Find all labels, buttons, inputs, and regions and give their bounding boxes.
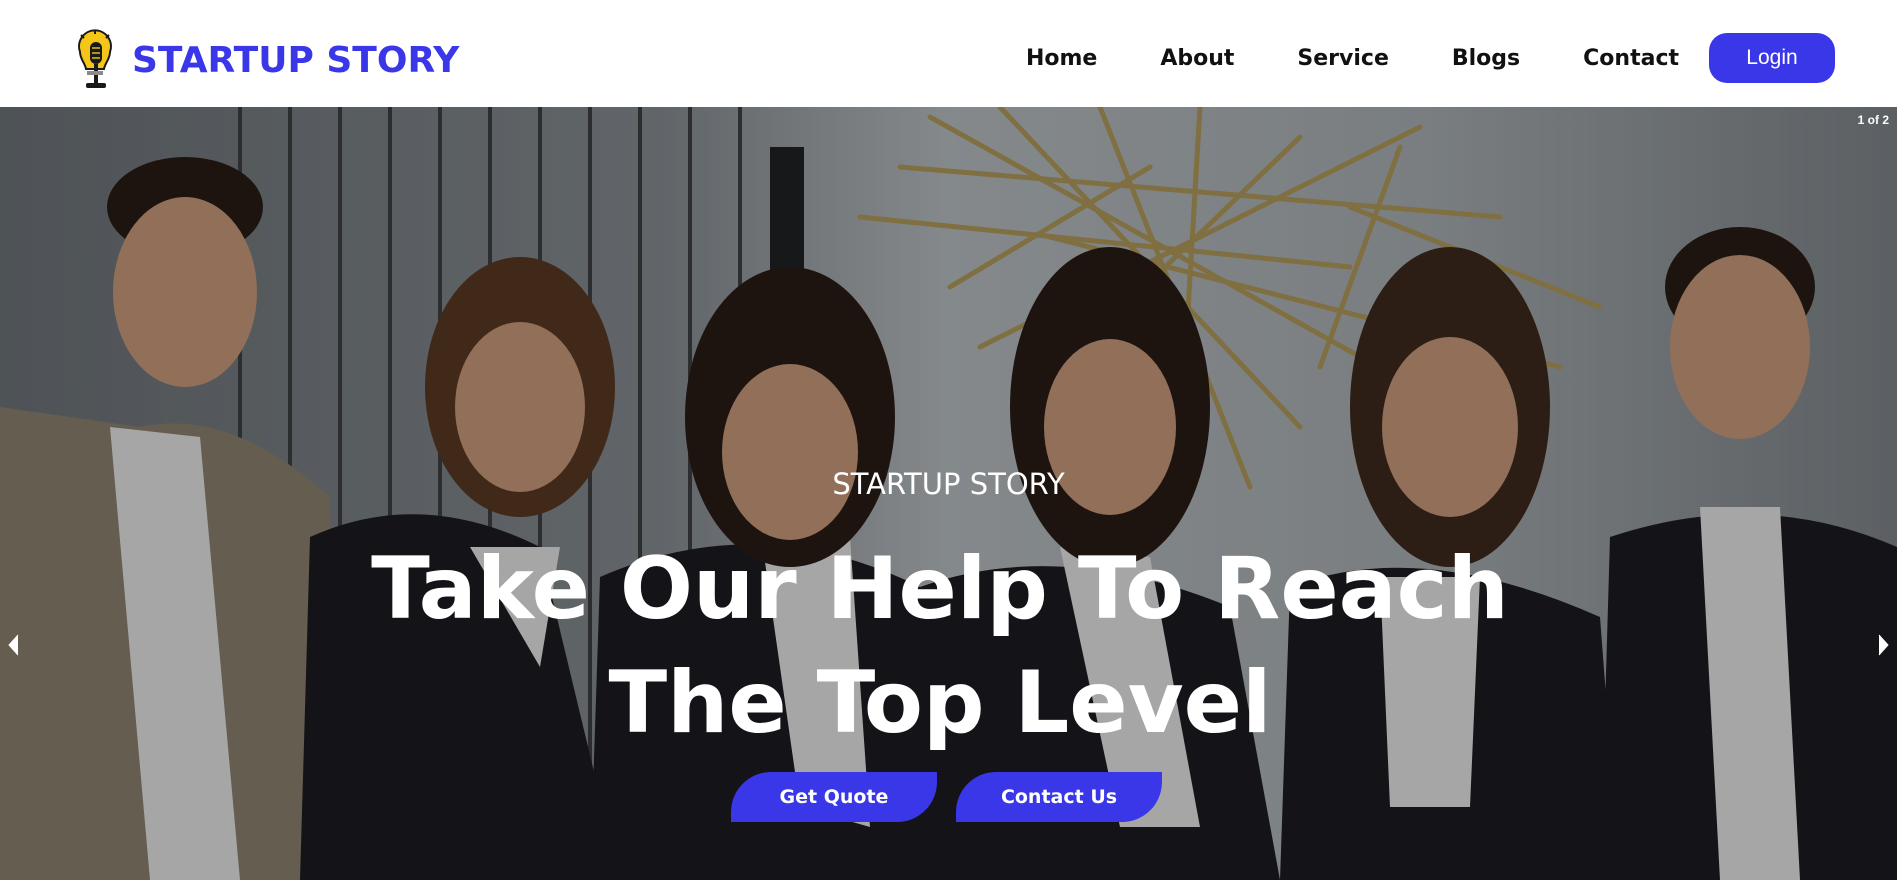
hero-cta-row: Get Quote Contact Us — [0, 772, 1897, 822]
nav-item-service[interactable]: Service — [1297, 46, 1388, 71]
nav-item-blogs[interactable]: Blogs — [1452, 46, 1520, 71]
lightbulb-microphone-icon — [78, 29, 112, 88]
hero-headline: Take Our Help To Reach The Top Level — [298, 532, 1582, 760]
hero-eyebrow: STARTUP STORY — [832, 467, 1065, 501]
hero-headline-line1: Take Our Help To Reach — [371, 539, 1509, 639]
chevron-right-icon[interactable] — [1875, 632, 1891, 658]
slide-counter: 1 of 2 — [1857, 113, 1889, 127]
login-button[interactable]: Login — [1709, 33, 1835, 83]
contact-us-button[interactable]: Contact Us — [956, 772, 1162, 822]
brand-link[interactable]: STARTUP STORY — [72, 28, 459, 92]
main-nav: Home About Service Blogs Contact Login — [1026, 33, 1897, 83]
nav-item-home[interactable]: Home — [1026, 46, 1097, 71]
hero-headline-line2: The Top Level — [608, 653, 1272, 753]
site-header: STARTUP STORY Home About Service Blogs C… — [0, 0, 1897, 107]
brand-name: STARTUP STORY — [132, 39, 460, 81]
hero-slider: 1 of 2 STARTUP STORY Take Our Help To Re… — [0, 107, 1897, 880]
chevron-left-icon[interactable] — [6, 632, 22, 658]
nav-item-about[interactable]: About — [1160, 46, 1234, 71]
get-quote-button[interactable]: Get Quote — [731, 772, 937, 822]
nav-item-contact[interactable]: Contact — [1583, 46, 1679, 71]
